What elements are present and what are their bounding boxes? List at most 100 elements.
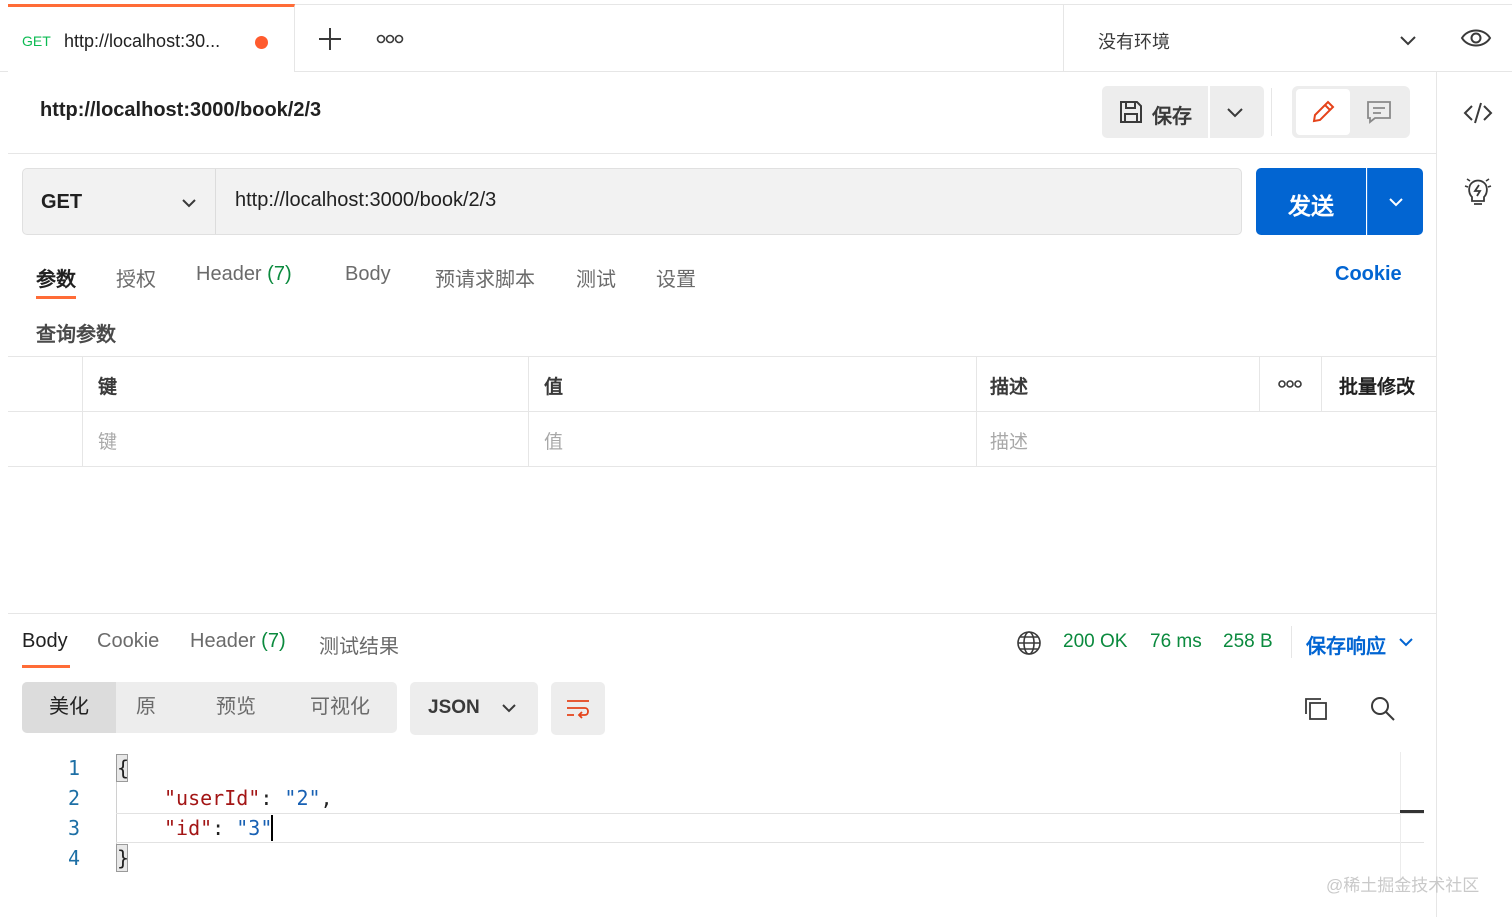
response-body-editor[interactable]: 1 2 3 4 { "userId": "2", "id": "3" } — [22, 752, 1424, 882]
response-tab-headers[interactable]: Header (7) — [190, 630, 286, 653]
more-horizontal-icon — [1278, 380, 1302, 388]
response-time[interactable]: 76 ms — [1150, 631, 1202, 653]
tab-tests[interactable]: 测试 — [576, 263, 616, 292]
format-value: JSON — [428, 697, 480, 718]
plus-icon — [319, 28, 341, 50]
comments-mode-button[interactable] — [1352, 89, 1406, 135]
header-divider — [8, 153, 1436, 154]
view-mode-selector: 美化 原 预览 可视化 — [22, 682, 397, 733]
response-tab-test-results[interactable]: 测试结果 — [319, 630, 399, 659]
tab-headers-label: Header — [196, 263, 262, 285]
column-header-key: 键 — [98, 377, 118, 398]
context-info-button[interactable] — [1463, 176, 1493, 208]
lightbulb-icon — [1464, 178, 1492, 205]
unsaved-indicator — [255, 36, 268, 49]
tab-pre-request-script[interactable]: 预请求脚本 — [435, 263, 535, 292]
send-options-button[interactable] — [1367, 168, 1423, 235]
status-code[interactable]: 200 OK — [1063, 631, 1127, 653]
response-tab-cookies[interactable]: Cookie — [97, 630, 159, 653]
toolbar-divider — [1271, 88, 1272, 136]
table-column-divider — [976, 356, 977, 467]
chevron-down-icon — [182, 199, 196, 208]
environment-selector[interactable]: 没有环境 — [1063, 4, 1436, 72]
edit-mode-button[interactable] — [1296, 89, 1350, 135]
chevron-down-icon — [1227, 108, 1243, 118]
table-column-divider — [1321, 356, 1322, 411]
query-params-title: 查询参数 — [36, 324, 116, 346]
environment-label: 没有环境 — [1098, 32, 1170, 52]
send-button-label: 发送 — [1288, 193, 1334, 219]
comment-icon — [1367, 101, 1391, 124]
close-brace: } — [116, 844, 130, 872]
json-key: "userId" — [164, 786, 261, 810]
tab-headers[interactable]: Header (7) — [196, 263, 292, 286]
editor-scrollbar[interactable] — [1400, 752, 1424, 882]
save-response-button[interactable]: 保存响应 — [1306, 630, 1386, 659]
code-line-id: "id": "3" — [164, 816, 273, 840]
json-value: "3" — [236, 816, 273, 840]
wrap-lines-icon — [567, 700, 589, 719]
chevron-down-icon — [1400, 36, 1416, 46]
response-tab-headers-count: (7) — [261, 630, 286, 652]
view-visualize-button[interactable]: 可视化 — [298, 682, 382, 733]
table-column-divider — [82, 356, 83, 467]
tab-params[interactable]: 参数 — [36, 263, 76, 292]
json-key: "id" — [164, 816, 213, 840]
tab-auth[interactable]: 授权 — [116, 263, 156, 292]
param-value-input[interactable]: 值 — [544, 427, 563, 454]
format-dropdown[interactable]: JSON — [410, 682, 538, 735]
network-info-button[interactable] — [1016, 630, 1042, 656]
open-brace: { — [116, 754, 130, 782]
chevron-down-icon[interactable] — [1397, 633, 1415, 651]
table-border — [8, 466, 1436, 467]
more-horizontal-icon — [376, 34, 404, 44]
response-size[interactable]: 258 B — [1223, 631, 1273, 653]
search-icon — [1371, 697, 1395, 721]
bulk-edit-button[interactable]: 批量修改 — [1339, 372, 1415, 399]
save-button[interactable]: 保存 — [1102, 86, 1208, 138]
eye-icon — [1460, 29, 1492, 47]
request-name[interactable]: http://localhost:3000/book/2/3 — [40, 99, 321, 122]
more-tabs-button[interactable] — [372, 26, 408, 52]
param-key-input[interactable]: 键 — [98, 427, 117, 454]
view-raw-button[interactable]: 原 — [116, 682, 176, 733]
column-header-value: 值 — [544, 377, 564, 398]
new-tab-button[interactable] — [315, 24, 345, 54]
param-description-input[interactable]: 描述 — [990, 427, 1028, 454]
globe-icon — [1017, 631, 1041, 655]
save-options-button[interactable] — [1210, 86, 1264, 138]
response-pane-divider[interactable] — [8, 613, 1436, 614]
current-line-highlight — [116, 813, 1424, 843]
active-tab-indicator — [36, 296, 76, 299]
send-button[interactable]: 发送 — [1256, 168, 1366, 235]
save-icon — [1120, 101, 1142, 123]
search-response-button[interactable] — [1369, 695, 1397, 723]
view-pretty-button[interactable]: 美化 — [22, 682, 116, 733]
copy-icon — [1305, 698, 1327, 720]
view-preview-button[interactable]: 预览 — [200, 682, 272, 733]
line-number: 3 — [67, 816, 81, 840]
column-options-button[interactable] — [1274, 372, 1306, 396]
tab-settings[interactable]: 设置 — [656, 263, 696, 292]
response-tab-headers-label: Header — [190, 630, 256, 652]
wrap-lines-button[interactable] — [551, 682, 605, 735]
line-number: 4 — [67, 846, 81, 870]
tab-headers-count: (7) — [267, 263, 292, 285]
query-params-table: 键 值 描述 批量修改 键 值 描述 — [8, 356, 1436, 467]
request-tab-title: http://localhost:30... — [64, 31, 221, 51]
save-button-label: 保存 — [1152, 106, 1192, 128]
scrollbar-cursor-marker — [1400, 810, 1424, 813]
tab-body[interactable]: Body — [345, 263, 391, 286]
environment-quick-look-button[interactable] — [1460, 24, 1492, 52]
line-number: 2 — [67, 786, 81, 810]
response-tab-body[interactable]: Body — [22, 630, 68, 653]
url-input[interactable]: http://localhost:3000/book/2/3 — [235, 189, 496, 212]
copy-response-button[interactable] — [1302, 695, 1330, 723]
method-value: GET — [41, 191, 83, 213]
code-snippet-button[interactable] — [1463, 100, 1493, 126]
method-dropdown[interactable]: GET — [23, 169, 216, 234]
cookies-link[interactable]: Cookie — [1335, 263, 1402, 286]
json-value: "2" — [284, 786, 321, 810]
table-border — [8, 356, 1436, 357]
request-tab[interactable]: GET http://localhost:30... — [8, 4, 295, 72]
